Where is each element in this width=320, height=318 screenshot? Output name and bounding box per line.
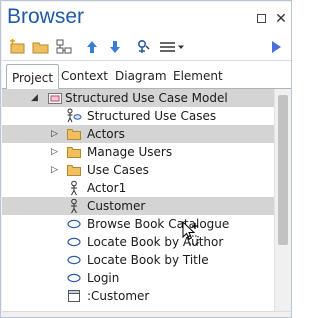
tree-row-label: Use Cases — [87, 163, 149, 177]
tree-row-label: Structured Use Cases — [87, 109, 217, 123]
drag-copy-cursor-icon — [181, 220, 201, 246]
move-up-icon[interactable] — [82, 38, 102, 56]
tree-row-label: :Customer — [87, 289, 150, 303]
expand-icon[interactable]: ▷ — [50, 129, 59, 139]
actor-icon — [66, 198, 82, 214]
folder-icon — [66, 162, 82, 178]
diagram-icon[interactable] — [54, 38, 74, 56]
tree-row-use-cases[interactable]: ▷ Use Cases — [2, 161, 274, 179]
folder-icon[interactable] — [31, 38, 51, 56]
tree-row-customer-instance[interactable]: :Customer — [2, 287, 274, 305]
toolbar — [2, 34, 291, 61]
tree-row-locate-author[interactable]: Locate Book by Author — [2, 233, 274, 251]
tab-strip: Project Context Diagram Element — [2, 61, 291, 90]
tree-row-login[interactable]: Login — [2, 269, 274, 287]
tree-row-label: Locate Book by Author — [87, 235, 224, 249]
maximize-icon — [257, 14, 266, 23]
expand-icon[interactable]: ▷ — [50, 147, 59, 157]
tree-row-label: Actor1 — [87, 181, 127, 195]
tree-row-customer[interactable]: Customer — [2, 197, 274, 215]
panel-bottom-edge — [2, 311, 291, 317]
tree-row-label: Customer — [87, 199, 146, 213]
project-tree: ◢ Structured Use Case Model Structured U… — [2, 89, 274, 311]
use-case-icon — [66, 216, 82, 232]
tree-row-label: Actors — [87, 127, 125, 141]
folder-icon — [66, 126, 82, 142]
tree-row-label: Browse Book Catalogue — [87, 217, 230, 231]
use-case-icon — [66, 252, 82, 268]
tab-project[interactable]: Project — [6, 64, 60, 90]
title-bar: Browser ✕ — [2, 2, 291, 34]
tab-diagram[interactable]: Diagram — [110, 66, 172, 89]
tab-context[interactable]: Context — [56, 66, 113, 89]
folder-icon — [66, 144, 82, 160]
tree-row-manage-users[interactable]: ▷ Manage Users — [2, 143, 274, 161]
actor-icon — [66, 180, 82, 196]
tree-row-locate-title[interactable]: Locate Book by Title — [2, 251, 274, 269]
tree-row-actors[interactable]: ▷ Actors — [2, 125, 274, 143]
expand-right-icon[interactable] — [266, 38, 286, 56]
tree-row-browse-catalogue[interactable]: Browse Book Catalogue — [2, 215, 274, 233]
window-title: Browser — [7, 5, 85, 28]
model-package-icon — [47, 90, 63, 106]
tree-row-model[interactable]: ◢ Structured Use Case Model — [2, 89, 274, 107]
menu-icon[interactable] — [158, 38, 186, 56]
use-case-icon — [66, 234, 82, 250]
maximize-button[interactable] — [256, 13, 268, 25]
use-case-diagram-icon — [66, 108, 82, 124]
tree-row-label: Manage Users — [87, 145, 173, 159]
new-package-icon[interactable] — [8, 38, 28, 56]
tree-row-actor1[interactable]: Actor1 — [2, 179, 274, 197]
use-case-icon — [66, 270, 82, 286]
tree-row-diagram[interactable]: Structured Use Cases — [2, 107, 274, 125]
expand-icon[interactable]: ▷ — [50, 165, 59, 175]
vertical-scrollbar[interactable] — [274, 89, 291, 311]
tree-row-label: Structured Use Case Model — [65, 91, 228, 105]
instance-icon — [66, 288, 82, 304]
tree-row-label: Locate Book by Title — [87, 253, 209, 267]
collapse-icon[interactable]: ◢ — [30, 93, 39, 103]
move-down-icon[interactable] — [105, 38, 125, 56]
tab-element[interactable]: Element — [168, 66, 228, 89]
locate-icon[interactable] — [133, 38, 153, 56]
browser-window: Browser ✕ Project Context Diagram Elemen… — [0, 0, 292, 318]
close-button[interactable]: ✕ — [275, 12, 287, 26]
scrollbar-thumb[interactable] — [278, 95, 288, 245]
tree-row-label: Login — [87, 271, 120, 285]
